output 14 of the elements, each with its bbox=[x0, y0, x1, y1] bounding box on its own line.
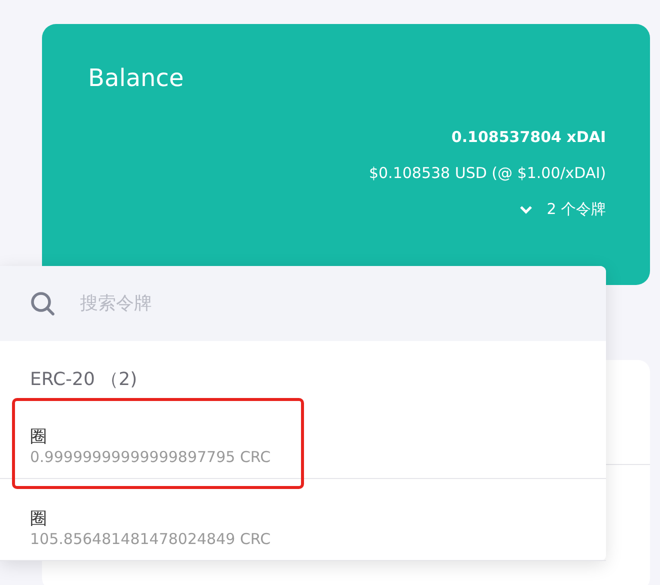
balance-amount: 0.108537804 xDAI bbox=[451, 128, 606, 146]
fiat-value: $0.108538 USD (@ $1.00/xDAI) bbox=[368, 164, 606, 182]
search-field[interactable]: 搜索令牌 bbox=[78, 292, 542, 315]
chevron-icon bbox=[518, 204, 533, 214]
token-amount: 105.856481481478024849 CRC bbox=[30, 530, 272, 548]
token-item[interactable]: 圈 0.99999999999999897795 CRC bbox=[0, 397, 606, 479]
search-icon bbox=[30, 290, 56, 316]
group-title: ERC-20 （2) bbox=[29, 368, 138, 392]
tokens-count: 2 个令牌 bbox=[546, 200, 606, 219]
token-name: 圈 bbox=[30, 426, 48, 448]
token-amount: 0.99999999999999897795 CRC bbox=[30, 448, 272, 466]
token-item[interactable]: 圈 105.856481481478024849 CRC bbox=[0, 479, 606, 561]
balance-title: Balance bbox=[88, 64, 185, 92]
token-name: 圈 bbox=[30, 508, 48, 530]
